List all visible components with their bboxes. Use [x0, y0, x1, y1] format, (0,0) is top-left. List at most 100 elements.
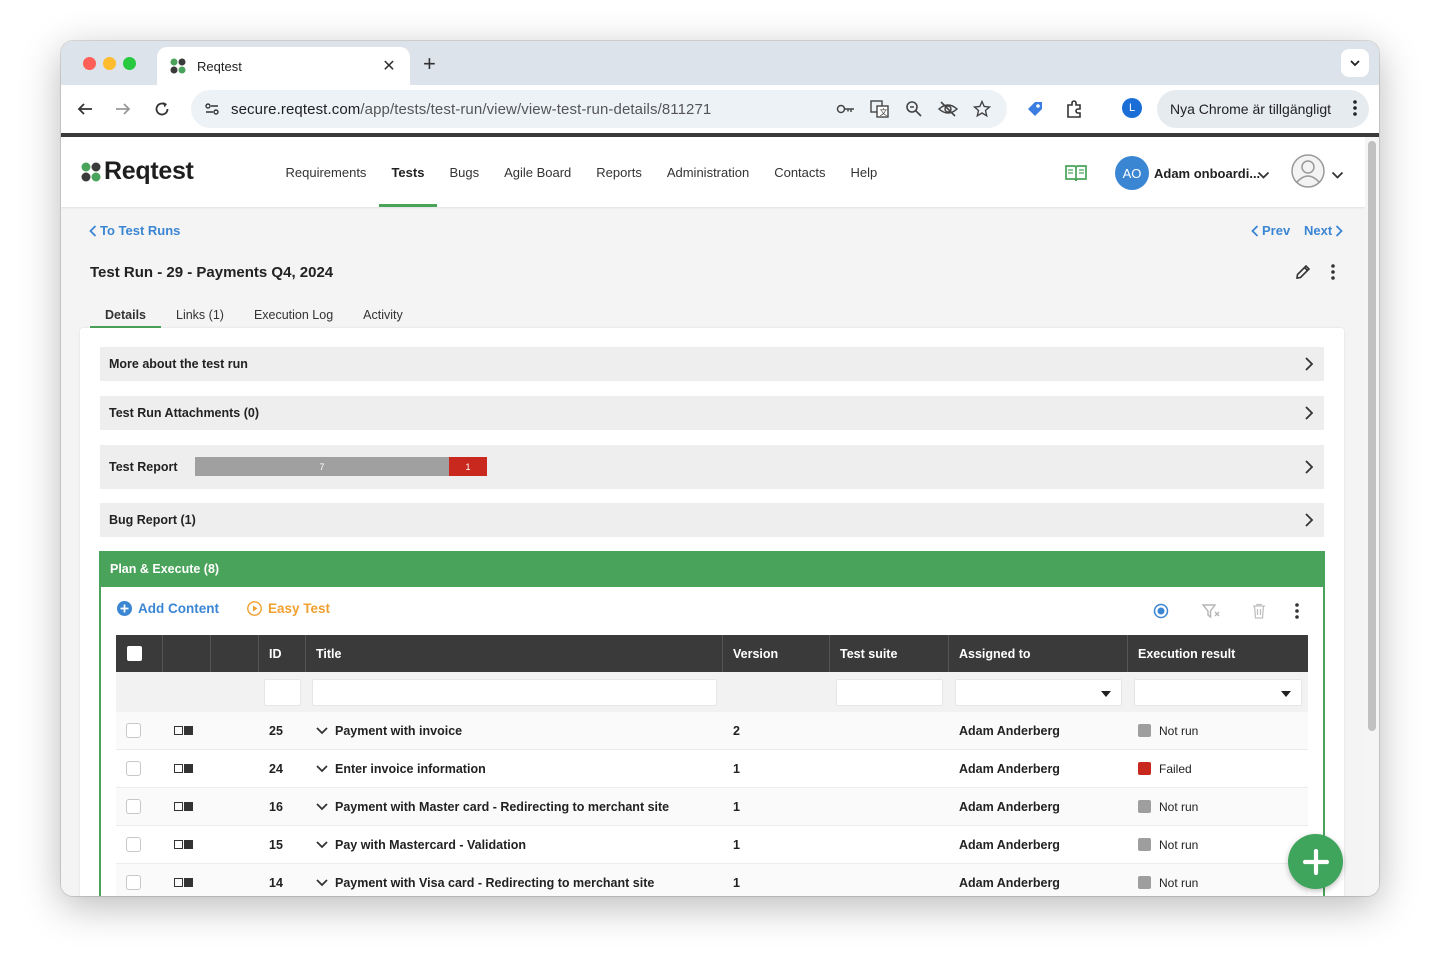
extension-tag-icon[interactable]	[1024, 98, 1046, 120]
site-info-icon[interactable]	[201, 98, 223, 120]
row-checkbox[interactable]	[126, 837, 141, 852]
add-content-button[interactable]: Add Content	[117, 601, 219, 616]
minimize-window-button[interactable]	[103, 57, 116, 70]
select-all-checkbox[interactable]	[127, 646, 142, 661]
nav-agile-board[interactable]: Agile Board	[492, 137, 584, 207]
section-test-report[interactable]: Test Report 7 1	[100, 445, 1324, 489]
next-link[interactable]: Next	[1304, 223, 1343, 238]
trash-icon[interactable]	[1249, 601, 1269, 621]
chevron-down-icon[interactable]	[316, 878, 328, 887]
tab-details[interactable]: Details	[90, 301, 161, 329]
reload-icon[interactable]	[150, 97, 174, 121]
row-title[interactable]: Enter invoice information	[306, 750, 723, 788]
chevron-down-icon[interactable]	[316, 802, 328, 811]
id-filter-input[interactable]	[264, 678, 301, 706]
zoom-icon[interactable]	[903, 99, 925, 119]
nav-reports[interactable]: Reports	[584, 137, 655, 207]
address-bar[interactable]: secure.reqtest.com/app/tests/test-run/vi…	[191, 90, 1007, 128]
reqtest-logo[interactable]: Reqtest	[80, 157, 194, 186]
section-bug-report[interactable]: Bug Report (1)	[100, 503, 1324, 537]
split-view-icon[interactable]	[174, 802, 193, 811]
plan-execute-header[interactable]: Plan & Execute (8)	[99, 551, 1325, 587]
title-filter-input[interactable]	[312, 678, 717, 706]
password-key-icon[interactable]	[835, 99, 857, 119]
split-view-icon[interactable]	[174, 764, 193, 773]
tab-activity[interactable]: Activity	[348, 301, 418, 328]
close-tab-icon[interactable]: ✕	[380, 56, 398, 76]
chevron-down-icon[interactable]	[316, 764, 328, 773]
nav-tests[interactable]: Tests	[378, 137, 437, 207]
close-window-button[interactable]	[83, 57, 96, 70]
bookmark-star-icon[interactable]	[971, 99, 993, 119]
browser-tab[interactable]: Reqtest ✕	[157, 47, 410, 85]
grid-more-vertical-icon[interactable]	[1287, 601, 1307, 621]
row-checkbox[interactable]	[126, 761, 141, 776]
col-execution-result[interactable]: Execution result	[1128, 635, 1308, 672]
page-scrollbar[interactable]	[1365, 137, 1379, 896]
back-to-test-runs-link[interactable]: To Test Runs	[89, 223, 180, 238]
col-title[interactable]: Title	[306, 635, 723, 672]
section-attachments[interactable]: Test Run Attachments (0)	[100, 396, 1324, 430]
row-title[interactable]: Payment with Visa card - Redirecting to …	[306, 864, 723, 897]
row-checkbox[interactable]	[126, 723, 141, 738]
assigned-to-filter-select[interactable]	[955, 678, 1122, 706]
table-row[interactable]: 24 Enter invoice information 1 Adam Ande…	[116, 750, 1308, 788]
execution-result-filter-select[interactable]	[1134, 678, 1302, 706]
col-test-suite[interactable]: Test suite	[830, 635, 949, 672]
user-chevron-down-icon[interactable]	[1331, 167, 1344, 185]
more-vertical-icon[interactable]	[1326, 263, 1340, 286]
col-id[interactable]: ID	[259, 635, 306, 672]
table-row[interactable]: 15 Pay with Mastercard - Validation 1 Ad…	[116, 826, 1308, 864]
test-suite-filter-input[interactable]	[836, 678, 943, 706]
eye-off-icon[interactable]	[937, 99, 959, 119]
table-row[interactable]: 14 Payment with Visa card - Redirecting …	[116, 864, 1308, 896]
table-row[interactable]: 25 Payment with invoice 2 Adam Anderberg…	[116, 712, 1308, 750]
easy-test-button[interactable]: Easy Test	[247, 601, 330, 616]
row-checkbox[interactable]	[126, 875, 141, 890]
row-checkbox[interactable]	[126, 799, 141, 814]
project-avatar[interactable]: AO	[1115, 156, 1149, 190]
col-assigned-to[interactable]: Assigned to	[949, 635, 1128, 672]
table-row[interactable]: 16 Payment with Master card - Redirectin…	[116, 788, 1308, 826]
nav-help[interactable]: Help	[838, 137, 890, 207]
section-more-about[interactable]: More about the test run	[100, 347, 1324, 381]
col-version[interactable]: Version	[723, 635, 830, 672]
project-chevron-down-icon[interactable]	[1257, 167, 1270, 185]
chrome-menu-icon[interactable]	[1353, 99, 1357, 120]
user-avatar-icon[interactable]	[1291, 154, 1327, 193]
chevron-down-icon[interactable]	[316, 726, 328, 735]
row-execution-result[interactable]: Not run	[1128, 826, 1308, 864]
row-title[interactable]: Payment with invoice	[306, 712, 723, 750]
tab-search-chevron-icon[interactable]	[1341, 49, 1369, 77]
target-icon[interactable]	[1151, 601, 1171, 621]
filter-clear-icon[interactable]	[1201, 601, 1221, 621]
row-execution-result[interactable]: Not run	[1128, 788, 1308, 826]
pencil-edit-icon[interactable]	[1294, 263, 1312, 286]
nav-bugs[interactable]: Bugs	[437, 137, 492, 207]
nav-administration[interactable]: Administration	[654, 137, 761, 207]
tab-execution-log[interactable]: Execution Log	[239, 301, 348, 328]
scrollbar-thumb[interactable]	[1368, 141, 1376, 731]
project-name[interactable]: Adam onboardi...	[1154, 166, 1260, 181]
split-view-icon[interactable]	[174, 878, 193, 887]
translate-icon[interactable]: 文	[869, 99, 891, 119]
chevron-down-icon[interactable]	[316, 840, 328, 849]
maximize-window-button[interactable]	[123, 57, 136, 70]
split-view-icon[interactable]	[174, 726, 193, 735]
row-execution-result[interactable]: Failed	[1128, 750, 1308, 788]
nav-requirements[interactable]: Requirements	[273, 137, 379, 207]
forward-arrow-icon[interactable]	[111, 97, 135, 121]
row-title[interactable]: Payment with Master card - Redirecting t…	[306, 788, 723, 826]
nav-contacts[interactable]: Contacts	[762, 137, 838, 207]
row-execution-result[interactable]: Not run	[1128, 864, 1308, 897]
extensions-puzzle-icon[interactable]	[1063, 98, 1085, 120]
prev-link[interactable]: Prev	[1251, 223, 1290, 238]
open-book-icon[interactable]	[1064, 163, 1088, 188]
row-execution-result[interactable]: Not run	[1128, 712, 1308, 750]
add-fab-button[interactable]	[1288, 834, 1343, 889]
new-tab-icon[interactable]: +	[423, 51, 436, 77]
row-title[interactable]: Pay with Mastercard - Validation	[306, 826, 723, 864]
back-arrow-icon[interactable]	[73, 97, 97, 121]
tab-links[interactable]: Links (1)	[161, 301, 239, 328]
chrome-update-button[interactable]: Nya Chrome är tillgängligt	[1157, 90, 1369, 128]
